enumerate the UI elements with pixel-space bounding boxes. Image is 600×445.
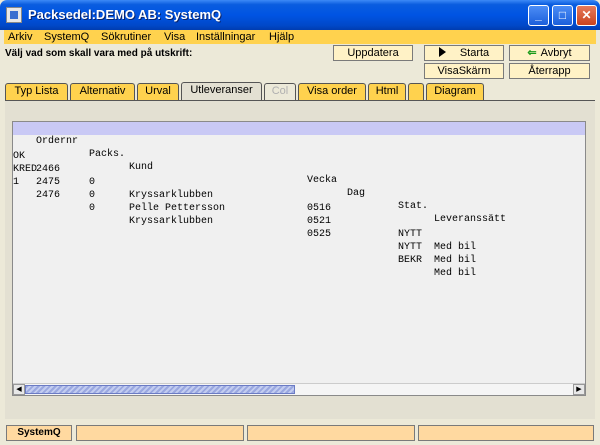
row-stat: BEKR [398, 255, 423, 266]
menu-arkiv[interactable]: Arkiv [8, 30, 32, 44]
row-ordernr: 2475 [36, 177, 61, 188]
status-app: SystemQ [6, 425, 72, 441]
window-title: Packsedel:DEMO AB: SystemQ [28, 7, 222, 22]
row-stat: NYTT [398, 229, 423, 240]
row-flag: 1 [13, 177, 20, 188]
column-stat[interactable]: Stat. [398, 200, 428, 213]
status-field-3 [418, 425, 594, 441]
status-field-1 [76, 425, 244, 441]
close-button[interactable]: ✕ [576, 5, 597, 26]
row-leveranssatt: Med bil [434, 268, 477, 279]
row-vecka: 0521 [307, 216, 332, 227]
status-field-2 [247, 425, 415, 441]
row-packs: 0 [89, 177, 96, 188]
play-icon [438, 47, 446, 57]
row-packs: 0 [89, 190, 96, 201]
menu-sokrutiner[interactable]: Sökrutiner [101, 30, 151, 44]
menu-bar: Arkiv SystemQ Sökrutiner Visa Inställnin… [4, 30, 596, 44]
scroll-right-icon[interactable]: ▶ [573, 384, 585, 395]
row-leveranssatt: Med bil [434, 242, 477, 253]
row-ordernr: 2476 [36, 190, 61, 201]
app-icon [6, 7, 22, 23]
update-button[interactable]: Uppdatera [333, 45, 413, 61]
row-stat: NYTT [398, 242, 423, 253]
menu-systemq[interactable]: SystemQ [44, 30, 89, 44]
scrollbar-thumb[interactable] [25, 385, 295, 394]
menu-visa[interactable]: Visa [164, 30, 185, 44]
row-kund: Kryssarklubben [129, 190, 214, 201]
row-vecka: 0516 [307, 203, 332, 214]
table-row[interactable]: 1 2476 0 Kryssarklubben 0525 BEKR Med bi… [13, 163, 585, 279]
tab-utleveranser[interactable]: Utleveranser [181, 82, 262, 101]
column-leveranssatt[interactable]: Leveranssätt [434, 213, 506, 226]
reset-button[interactable]: Återrapp [509, 63, 590, 79]
delivery-list[interactable]: Ordernr Packs. Kund Vecka Dag Stat. Leve… [12, 121, 586, 396]
cancel-button[interactable]: ⇐ Avbryt [509, 45, 590, 61]
instruction-label: Välj vad som skall vara med på utskrift: [5, 48, 193, 59]
tab-urval[interactable]: Urval [137, 83, 179, 100]
tab-diagram[interactable]: Diagram [426, 83, 484, 100]
maximize-button[interactable]: □ [552, 5, 573, 26]
view-screen-button[interactable]: VisaSkärm [424, 63, 504, 79]
tab-typ-lista[interactable]: Typ Lista [5, 83, 68, 100]
horizontal-scrollbar[interactable]: ◀ ▶ [13, 383, 585, 395]
title-bar: Packsedel:DEMO AB: SystemQ _ □ ✕ [0, 0, 600, 30]
start-button[interactable]: Starta [424, 45, 504, 61]
scroll-left-icon[interactable]: ◀ [13, 384, 25, 395]
table-row[interactable]: OK 2466 0 Kryssarklubben 0516 NYTT Med b… [13, 137, 585, 253]
menu-installningar[interactable]: Inställningar [196, 30, 255, 44]
tab-visa-order[interactable]: Visa order [298, 83, 366, 100]
table-row[interactable]: KRED 2475 0 Pelle Pettersson 0521 NYTT M… [13, 150, 585, 266]
minimize-button[interactable]: _ [528, 5, 549, 26]
row-vecka: 0525 [307, 229, 332, 240]
row-leveranssatt: Med bil [434, 255, 477, 266]
tab-html[interactable]: Html [368, 83, 406, 100]
tab-alternativ[interactable]: Alternativ [70, 83, 135, 100]
list-header: Ordernr Packs. Kund Vecka Dag Stat. Leve… [13, 122, 585, 225]
status-bar: SystemQ [4, 425, 596, 441]
column-dag[interactable]: Dag [347, 187, 365, 200]
row-kund: Kryssarklubben [129, 216, 214, 227]
tab-blank[interactable] [408, 83, 424, 100]
back-arrow-icon: ⇐ [527, 47, 537, 59]
row-kund: Pelle Pettersson [129, 203, 226, 214]
menu-hjalp[interactable]: Hjälp [269, 30, 294, 44]
row-packs: 0 [89, 203, 96, 214]
tab-col[interactable]: Col [264, 83, 296, 100]
